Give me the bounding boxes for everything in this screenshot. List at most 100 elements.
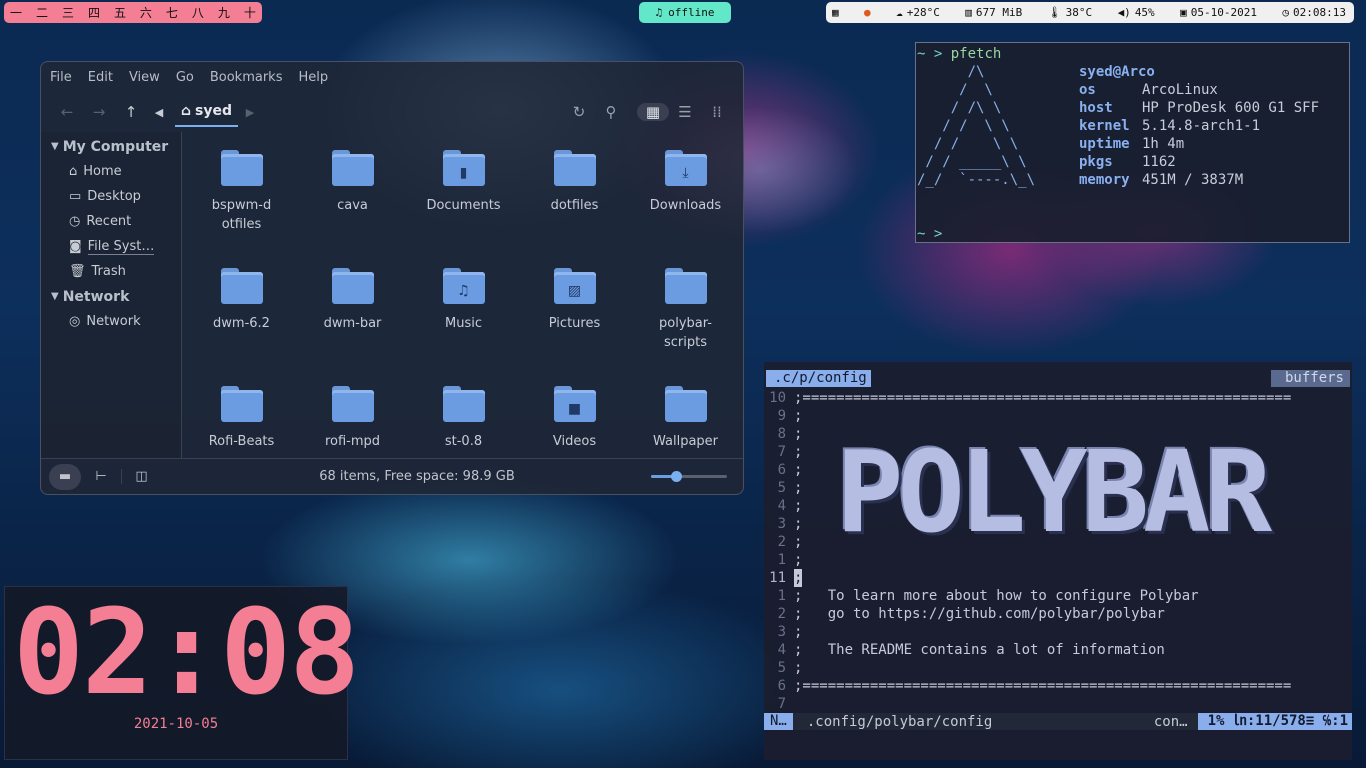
folder-item[interactable]: ■ Videos xyxy=(519,386,630,458)
sidebar-item-network[interactable]: ◎ Network xyxy=(41,309,181,334)
forward-arrow-icon[interactable]: → xyxy=(83,103,115,121)
workspace-2[interactable]: 二 xyxy=(36,4,48,21)
line-number: 3 xyxy=(777,516,786,532)
folder-item[interactable]: ▮ Documents xyxy=(408,150,519,268)
folder-item[interactable]: bspwm-dotfiles xyxy=(186,150,297,268)
icon-view-icon[interactable]: ▦ xyxy=(637,103,669,121)
clock-time: 02:08 xyxy=(13,583,360,721)
info-key: uptime xyxy=(1079,136,1130,152)
folder-label: cava xyxy=(337,198,368,213)
menu-edit[interactable]: Edit xyxy=(88,70,113,85)
sidebar-item-recent[interactable]: ◷ Recent xyxy=(41,209,181,234)
line-text: ; xyxy=(794,444,803,460)
editor-line: 3; xyxy=(764,623,1352,641)
search-icon[interactable]: ⚲ xyxy=(595,103,627,121)
speaker-icon: ◀) xyxy=(1117,6,1131,19)
prompt-line: ~ > xyxy=(917,225,1349,243)
workspace-1[interactable]: 一 xyxy=(10,4,22,21)
crumb-left-icon[interactable]: ◀ xyxy=(147,106,171,119)
folder-label: Documents xyxy=(426,198,501,213)
sidebar-item-filesystem[interactable]: ◙ File Syst… xyxy=(41,234,181,259)
compact-view-icon[interactable]: ⁞⁞ xyxy=(701,103,733,121)
weather-value: +28°C xyxy=(906,6,940,19)
tree-sidebar-icon[interactable]: ⊢ xyxy=(81,469,121,484)
folder-item[interactable]: ♫ Music xyxy=(408,268,519,386)
reddit-icon[interactable]: ● xyxy=(864,6,871,19)
crumb-right-icon[interactable]: ▶ xyxy=(238,106,262,119)
folder-label: dwm-bar xyxy=(323,316,382,331)
memory-module: ▥ 677 MiB xyxy=(965,6,1022,19)
workspace-6[interactable]: 六 xyxy=(140,4,152,21)
info-key: pkgs xyxy=(1079,154,1113,170)
volume-module[interactable]: ◀) 45% xyxy=(1118,6,1155,19)
menu-go[interactable]: Go xyxy=(176,70,194,85)
folder-item[interactable]: dwm-6.2 xyxy=(186,268,297,386)
folder-item[interactable]: dotfiles xyxy=(519,150,630,268)
vim-window[interactable]: .c/p/config buffers 10 ;=================… xyxy=(764,362,1352,760)
sidebar-item-home[interactable]: ⌂ Home xyxy=(41,159,181,184)
workspace-10[interactable]: 十 xyxy=(244,4,256,21)
workspace-3[interactable]: 三 xyxy=(62,4,74,21)
folder-item[interactable]: st-0.8 xyxy=(408,386,519,458)
folder-label: st-0.8 xyxy=(444,434,483,449)
info-value: 1h 4m xyxy=(1142,136,1185,152)
workspace-9[interactable]: 九 xyxy=(218,4,230,21)
sidebar-item-label: Network xyxy=(86,314,141,329)
line-number: 1 xyxy=(777,552,786,568)
line-number: 9 xyxy=(777,408,786,424)
up-arrow-icon[interactable]: ↑ xyxy=(115,103,147,121)
workspace-5[interactable]: 五 xyxy=(114,4,126,21)
editor-line: 2 ; go to https://github.com/polybar/poly… xyxy=(764,605,1352,623)
workspace-8[interactable]: 八 xyxy=(192,4,204,21)
line-number: 3 xyxy=(777,624,786,640)
folder-item[interactable]: polybar-scripts xyxy=(630,268,741,386)
editor-line: 4 ; The README contains a lot of informat… xyxy=(764,641,1352,659)
hide-sidebar-icon[interactable]: ◫ xyxy=(121,469,161,484)
line-number: 6 xyxy=(777,678,786,694)
zoom-slider-handle[interactable] xyxy=(671,471,683,482)
menu-help[interactable]: Help xyxy=(298,70,328,85)
folder-item[interactable]: Wallpaper xyxy=(630,386,741,458)
info-key: host xyxy=(1079,100,1113,116)
menu-bookmarks[interactable]: Bookmarks xyxy=(210,70,283,85)
folder-item[interactable]: ⤓ Downloads xyxy=(630,150,741,268)
date-value: 05-10-2021 xyxy=(1190,6,1257,19)
status-bar: ▬ ⊢ ◫ 68 items, Free space: 98.9 GB xyxy=(41,458,743,494)
folder-label: dwm-6.2 xyxy=(213,316,270,331)
line-number: 11 xyxy=(769,570,786,586)
mpd-module[interactable]: ♫ offline xyxy=(639,2,731,23)
line-text: ; xyxy=(794,624,803,640)
zoom-slider[interactable] xyxy=(651,471,727,482)
menu-bar: File Edit View Go Bookmarks Help xyxy=(41,62,743,92)
workspace-4[interactable]: 四 xyxy=(88,4,100,21)
folder-item[interactable]: rofi-mpd xyxy=(297,386,408,458)
breadcrumb-home[interactable]: ⌂ syed xyxy=(175,97,239,127)
folder-item[interactable]: dwm-bar xyxy=(297,268,408,386)
sidebar-header-computer[interactable]: ▼ My Computer xyxy=(41,134,181,159)
sidebar-header-label: My Computer xyxy=(62,138,169,155)
home-icon: ⌂ xyxy=(181,103,192,119)
buffer-tab[interactable]: .c/p/config xyxy=(766,370,871,387)
app-launcher-icon[interactable]: ▦ xyxy=(832,6,839,19)
line-text: ; xyxy=(794,426,803,442)
home-icon: ⌂ xyxy=(69,164,78,179)
menu-file[interactable]: File xyxy=(50,70,72,85)
list-view-icon[interactable]: ☰ xyxy=(669,103,701,121)
clock-icon: ◷ xyxy=(69,214,81,229)
menu-view[interactable]: View xyxy=(129,70,160,85)
sidebar-item-desktop[interactable]: ▭ Desktop xyxy=(41,184,181,209)
back-arrow-icon[interactable]: ← xyxy=(51,103,83,121)
toggle-location-icon[interactable]: ↻ xyxy=(563,103,595,121)
folder-item[interactable]: Rofi-Beats xyxy=(186,386,297,458)
info-value: 1162 xyxy=(1142,154,1176,170)
workspace-7[interactable]: 七 xyxy=(166,4,178,21)
vim-statusline: N… .config/polybar/config con… 1% ㏑:11/5… xyxy=(764,713,1352,730)
line-number: 6 xyxy=(777,462,786,478)
terminal-window[interactable]: ~ > pfetch /\ syed@Arco / \ os ArcoLinux / … xyxy=(915,42,1350,243)
places-sidebar-icon[interactable]: ▬ xyxy=(49,463,81,490)
sidebar-item-trash[interactable]: 🗑 Trash xyxy=(41,259,181,284)
editor-line: 7 xyxy=(764,695,1352,713)
sidebar-header-network[interactable]: ▼ Network xyxy=(41,284,181,309)
folder-item[interactable]: cava xyxy=(297,150,408,268)
folder-item[interactable]: ▨ Pictures xyxy=(519,268,630,386)
